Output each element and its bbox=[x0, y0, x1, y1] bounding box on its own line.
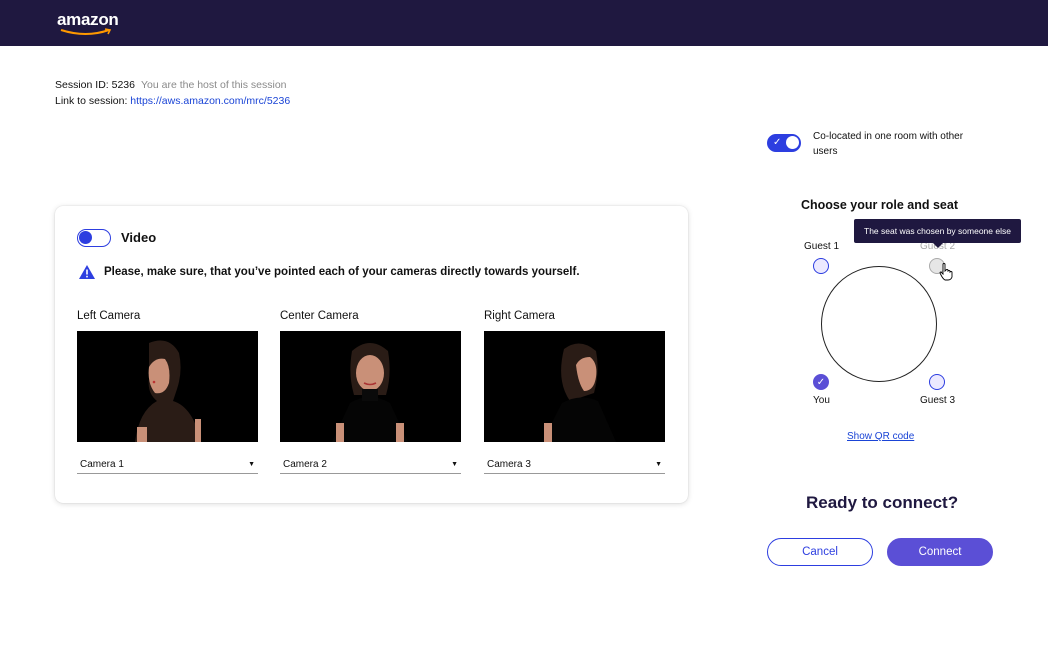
camera-select-value: Camera 3 bbox=[487, 459, 531, 470]
seat-label-guest3: Guest 3 bbox=[920, 395, 956, 406]
colocated-toggle[interactable]: ✓ bbox=[767, 134, 801, 152]
check-icon: ✓ bbox=[773, 137, 782, 148]
camera-select[interactable]: Camera 2 ▼ bbox=[280, 459, 461, 474]
top-bar: amazon bbox=[0, 0, 1048, 46]
center-camera: Center Camera Camera 2 ▼ bbox=[280, 310, 461, 474]
warning-icon bbox=[79, 265, 95, 279]
camera-warning: Please, make sure, that you’ve pointed e… bbox=[79, 265, 580, 279]
video-title: Video bbox=[121, 230, 157, 245]
camera-select-value: Camera 1 bbox=[80, 459, 124, 470]
host-note: You are the host of this session bbox=[140, 79, 287, 91]
camera-feed-center bbox=[280, 331, 461, 442]
seat-you[interactable]: ✓ bbox=[813, 374, 829, 390]
person-profile-left bbox=[135, 340, 201, 442]
ready-title: Ready to connect? bbox=[806, 493, 959, 512]
camera-label: Right Camera bbox=[484, 310, 555, 322]
camera-select[interactable]: Camera 1 ▼ bbox=[77, 459, 258, 474]
amazon-smile-icon bbox=[60, 28, 112, 35]
seat-guest1[interactable] bbox=[813, 258, 829, 274]
role-title: Choose your role and seat bbox=[801, 198, 958, 212]
camera-label: Left Camera bbox=[77, 310, 141, 322]
warning-text: Please, make sure, that you’ve pointed e… bbox=[104, 266, 580, 278]
toggle-knob bbox=[79, 231, 92, 244]
right-camera: Right Camera Camera 3 ▼ bbox=[484, 310, 665, 474]
camera-feed-left bbox=[77, 331, 258, 442]
connect-button[interactable]: Connect bbox=[887, 538, 993, 566]
hand-cursor-icon bbox=[939, 263, 953, 281]
session-id: Session ID: 5236 bbox=[55, 79, 135, 91]
amazon-logo[interactable]: amazon bbox=[57, 10, 119, 30]
seat-guest3[interactable] bbox=[929, 374, 945, 390]
person-front bbox=[332, 343, 408, 442]
show-qr-link[interactable]: Show QR code bbox=[847, 431, 914, 442]
session-link-label: Link to session: bbox=[55, 95, 128, 107]
dropdown-arrow-icon: ▼ bbox=[248, 461, 255, 468]
colocated-label: Co-located in one room with other users bbox=[813, 131, 964, 157]
video-toggle[interactable] bbox=[77, 229, 111, 247]
camera-select[interactable]: Camera 3 ▼ bbox=[484, 459, 665, 474]
video-card: Video Please, make sure, that you’ve poi… bbox=[55, 206, 688, 503]
session-link[interactable]: https://aws.amazon.com/mrc/5236 bbox=[130, 95, 290, 107]
left-camera: Left Camera Camera 1 ▼ bbox=[77, 310, 258, 474]
camera-feed-right bbox=[484, 331, 665, 442]
session-info: Session ID: 5236 You are the host of this… bbox=[55, 77, 290, 109]
dropdown-arrow-icon: ▼ bbox=[451, 461, 458, 468]
cancel-button[interactable]: Cancel bbox=[767, 538, 873, 566]
seat-tooltip: The seat was chosen by someone else bbox=[854, 219, 1021, 248]
check-icon: ✓ bbox=[816, 377, 826, 388]
dropdown-arrow-icon: ▼ bbox=[655, 461, 662, 468]
camera-label: Center Camera bbox=[280, 310, 359, 322]
seat-label-you: You bbox=[813, 395, 830, 406]
seat-label-guest1: Guest 1 bbox=[804, 241, 840, 252]
table-circle bbox=[821, 266, 937, 382]
toggle-knob bbox=[786, 136, 799, 149]
person-profile-right bbox=[542, 343, 616, 442]
camera-select-value: Camera 2 bbox=[283, 459, 327, 470]
